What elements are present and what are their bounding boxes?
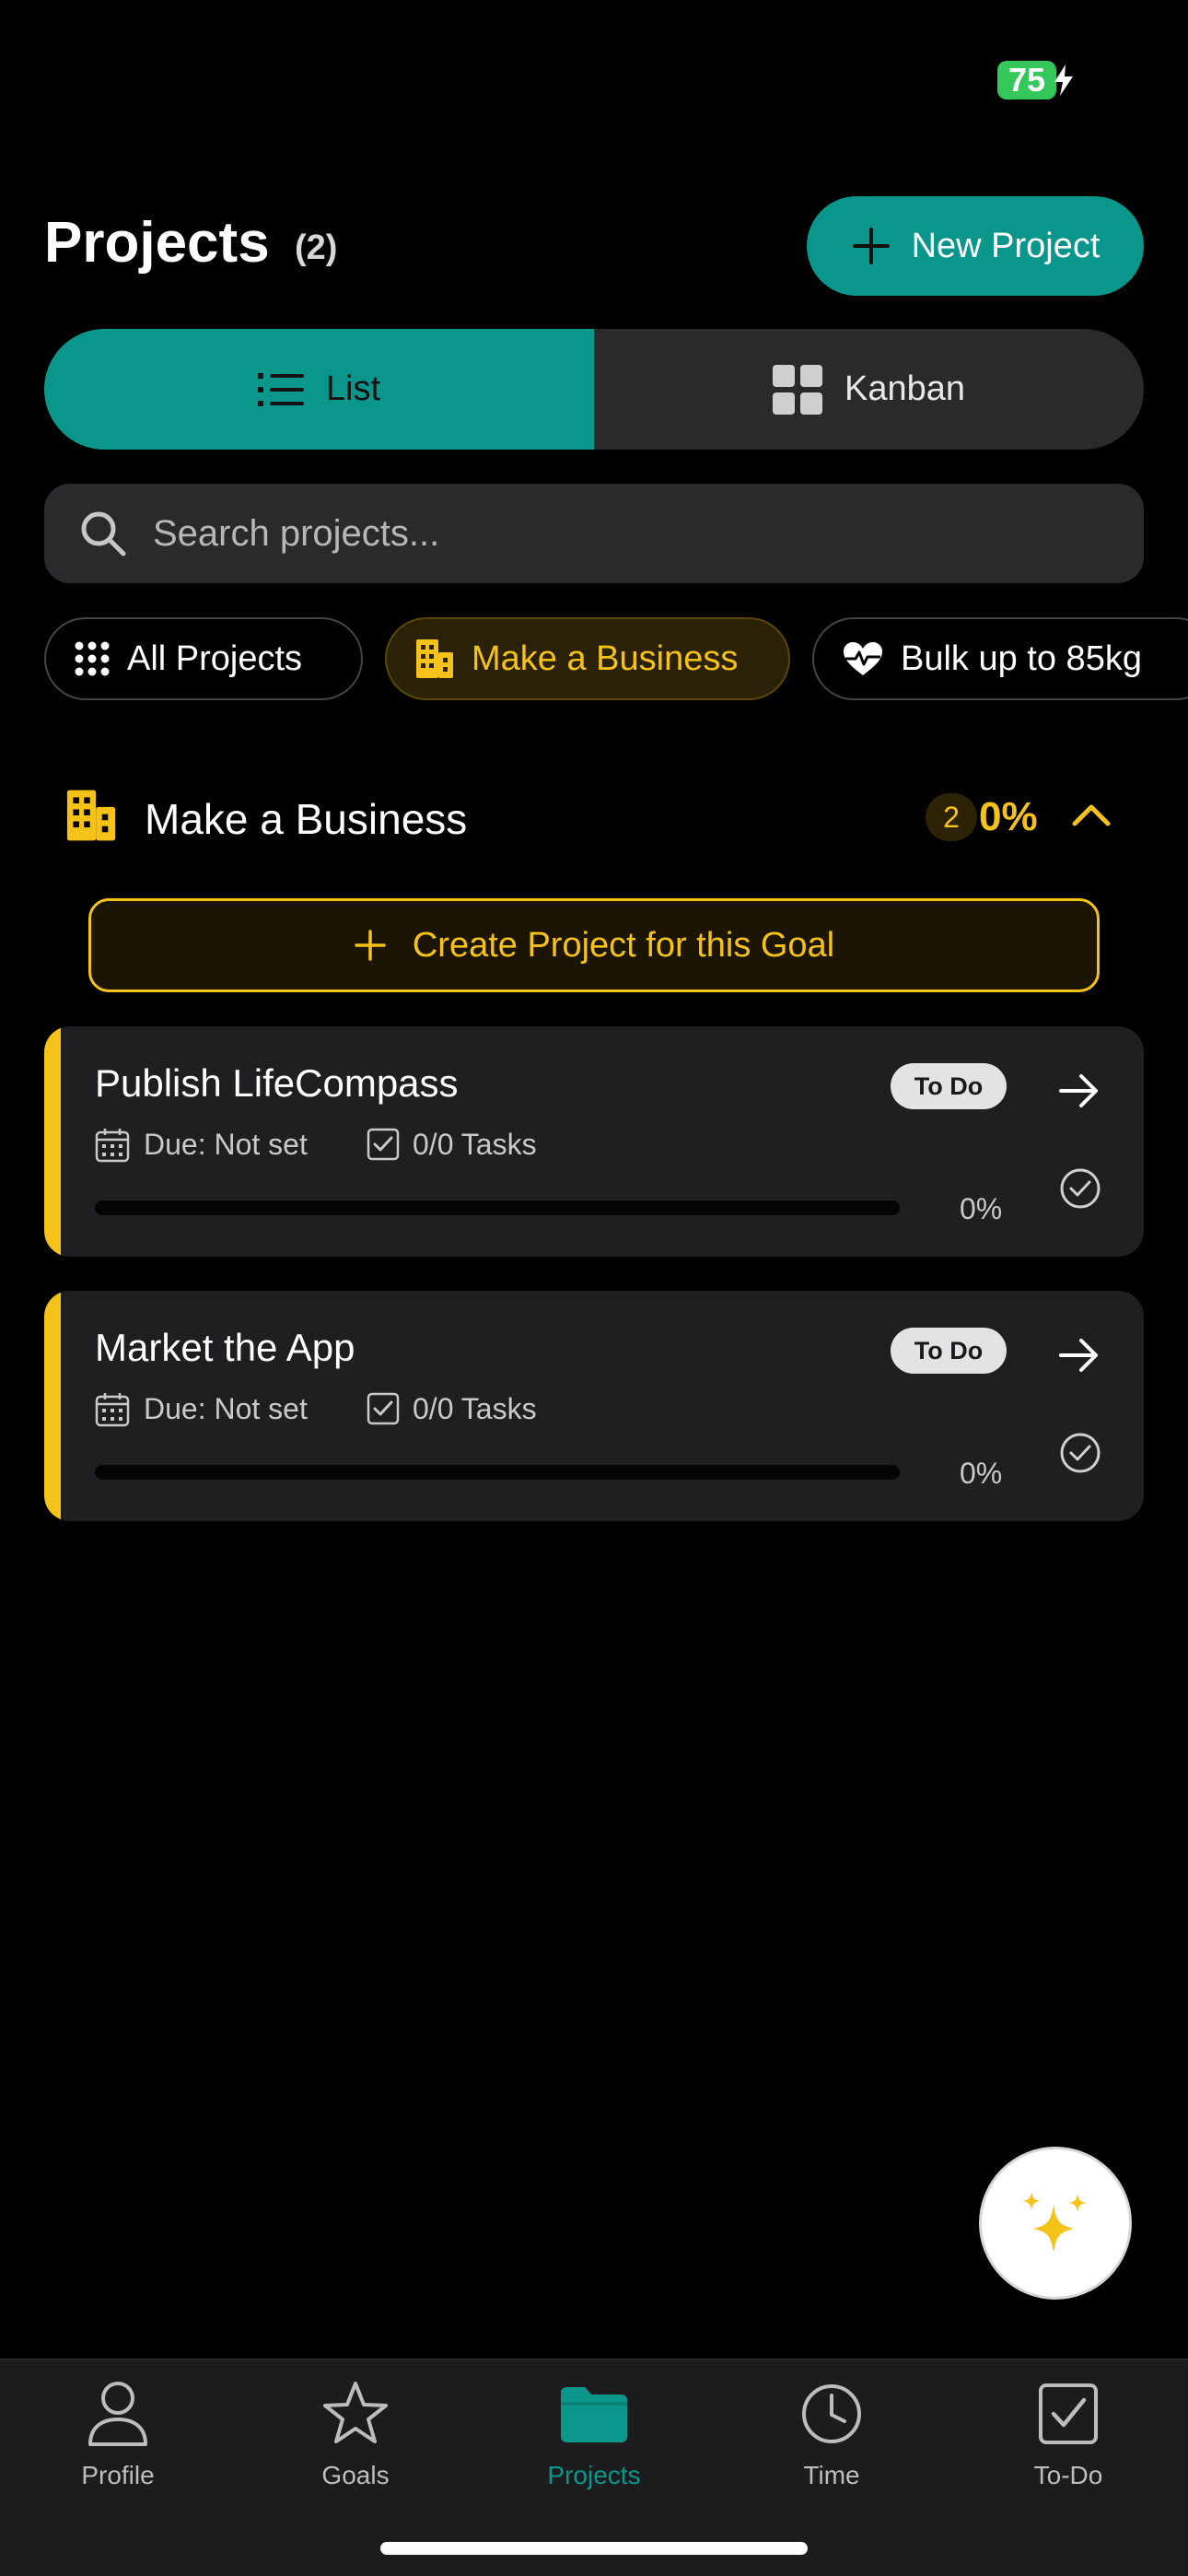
heart-pulse-icon	[844, 642, 882, 675]
tab-time[interactable]: Time	[740, 2380, 924, 2527]
tab-todo[interactable]: To-Do	[976, 2380, 1160, 2527]
filter-chip-label: All Projects	[127, 638, 303, 678]
kanban-view-label: Kanban	[844, 369, 965, 408]
project-task-count: 0/0 Tasks	[413, 1392, 537, 1425]
create-project-for-goal-button[interactable]: Create Project for this Goal	[88, 898, 1100, 992]
battery-indicator: 75	[997, 61, 1077, 100]
tab-label: Time	[803, 2461, 860, 2489]
goal-building-icon	[66, 790, 116, 841]
filter-chip-bulk-up[interactable]: Bulk up to 85kg	[812, 617, 1188, 700]
building-icon	[416, 639, 453, 678]
plus-icon	[355, 930, 386, 961]
search-icon	[81, 511, 126, 556]
project-title: Publish LifeCompass	[95, 1061, 459, 1105]
filter-chip-label: Bulk up to 85kg	[901, 638, 1142, 678]
search-bar	[44, 484, 1144, 583]
tab-profile[interactable]: Profile	[26, 2380, 210, 2527]
progress-percent: 0%	[960, 1457, 1003, 1490]
create-project-for-goal-label: Create Project for this Goal	[412, 925, 835, 965]
card-accent-bar	[44, 1026, 61, 1257]
tab-label: Profile	[81, 2461, 155, 2489]
sparkles-icon	[1022, 2192, 1087, 2253]
clock-icon	[802, 2384, 861, 2443]
chevron-up-icon[interactable]	[1071, 800, 1112, 827]
folder-icon	[561, 2387, 627, 2442]
new-project-label: New Project	[911, 226, 1101, 265]
charging-bolt-icon	[1054, 64, 1073, 96]
progress-percent: 0%	[960, 1192, 1003, 1225]
new-project-button[interactable]: New Project	[807, 196, 1144, 296]
list-view-tab[interactable]: List	[44, 329, 594, 450]
battery-level: 75	[1007, 61, 1046, 99]
ai-assistant-button[interactable]	[979, 2147, 1132, 2300]
calendar-icon	[95, 1129, 130, 1163]
checkbox-icon	[367, 1392, 400, 1425]
tab-label: To-Do	[1033, 2461, 1103, 2489]
arrow-right-icon[interactable]	[1057, 1072, 1101, 1109]
tab-label: Goals	[321, 2461, 390, 2489]
checkbox-icon	[1039, 2383, 1098, 2444]
list-view-label: List	[325, 369, 381, 408]
project-due-date: Due: Not set	[144, 1392, 308, 1425]
project-count: (2)	[295, 228, 338, 267]
tab-label: Projects	[547, 2461, 641, 2489]
view-toggle: List Kanban	[44, 329, 1144, 450]
checkbox-icon	[367, 1128, 400, 1161]
page-title: Projects	[44, 211, 270, 275]
home-indicator	[380, 2542, 808, 2555]
project-title: Market the App	[95, 1326, 355, 1369]
filter-chip-all-projects[interactable]: All Projects	[44, 617, 363, 700]
check-circle-icon[interactable]	[1059, 1432, 1101, 1474]
star-icon	[323, 2382, 388, 2443]
goal-progress-percent: 0%	[979, 794, 1038, 839]
project-card[interactable]: Publish LifeCompass To Do Due: Not set 0…	[44, 1026, 1144, 1257]
plus-icon	[852, 228, 890, 264]
card-accent-bar	[44, 1291, 61, 1521]
list-icon	[257, 372, 304, 406]
grid-dots-icon	[75, 641, 110, 676]
search-input[interactable]	[153, 512, 1074, 555]
calendar-icon	[95, 1393, 130, 1427]
progress-bar	[95, 1200, 900, 1215]
kanban-grid-icon	[772, 364, 822, 415]
tab-goals[interactable]: Goals	[263, 2380, 448, 2527]
goal-section-title: Make a Business	[145, 795, 468, 843]
person-icon	[88, 2382, 147, 2446]
status-badge: To Do	[891, 1328, 1007, 1374]
filter-chip-make-a-business[interactable]: Make a Business	[385, 617, 790, 700]
project-task-count: 0/0 Tasks	[413, 1128, 537, 1161]
project-card[interactable]: Market the App To Do Due: Not set 0/0 Ta…	[44, 1291, 1144, 1521]
project-due-date: Due: Not set	[144, 1128, 308, 1161]
tab-projects[interactable]: Projects	[502, 2380, 686, 2527]
progress-bar	[95, 1465, 900, 1480]
check-circle-icon[interactable]	[1059, 1167, 1101, 1210]
goal-project-count: 2	[926, 793, 977, 841]
status-badge: To Do	[891, 1063, 1007, 1109]
arrow-right-icon[interactable]	[1057, 1337, 1101, 1374]
filter-chip-label: Make a Business	[472, 638, 739, 678]
kanban-view-tab[interactable]: Kanban	[594, 329, 1144, 450]
